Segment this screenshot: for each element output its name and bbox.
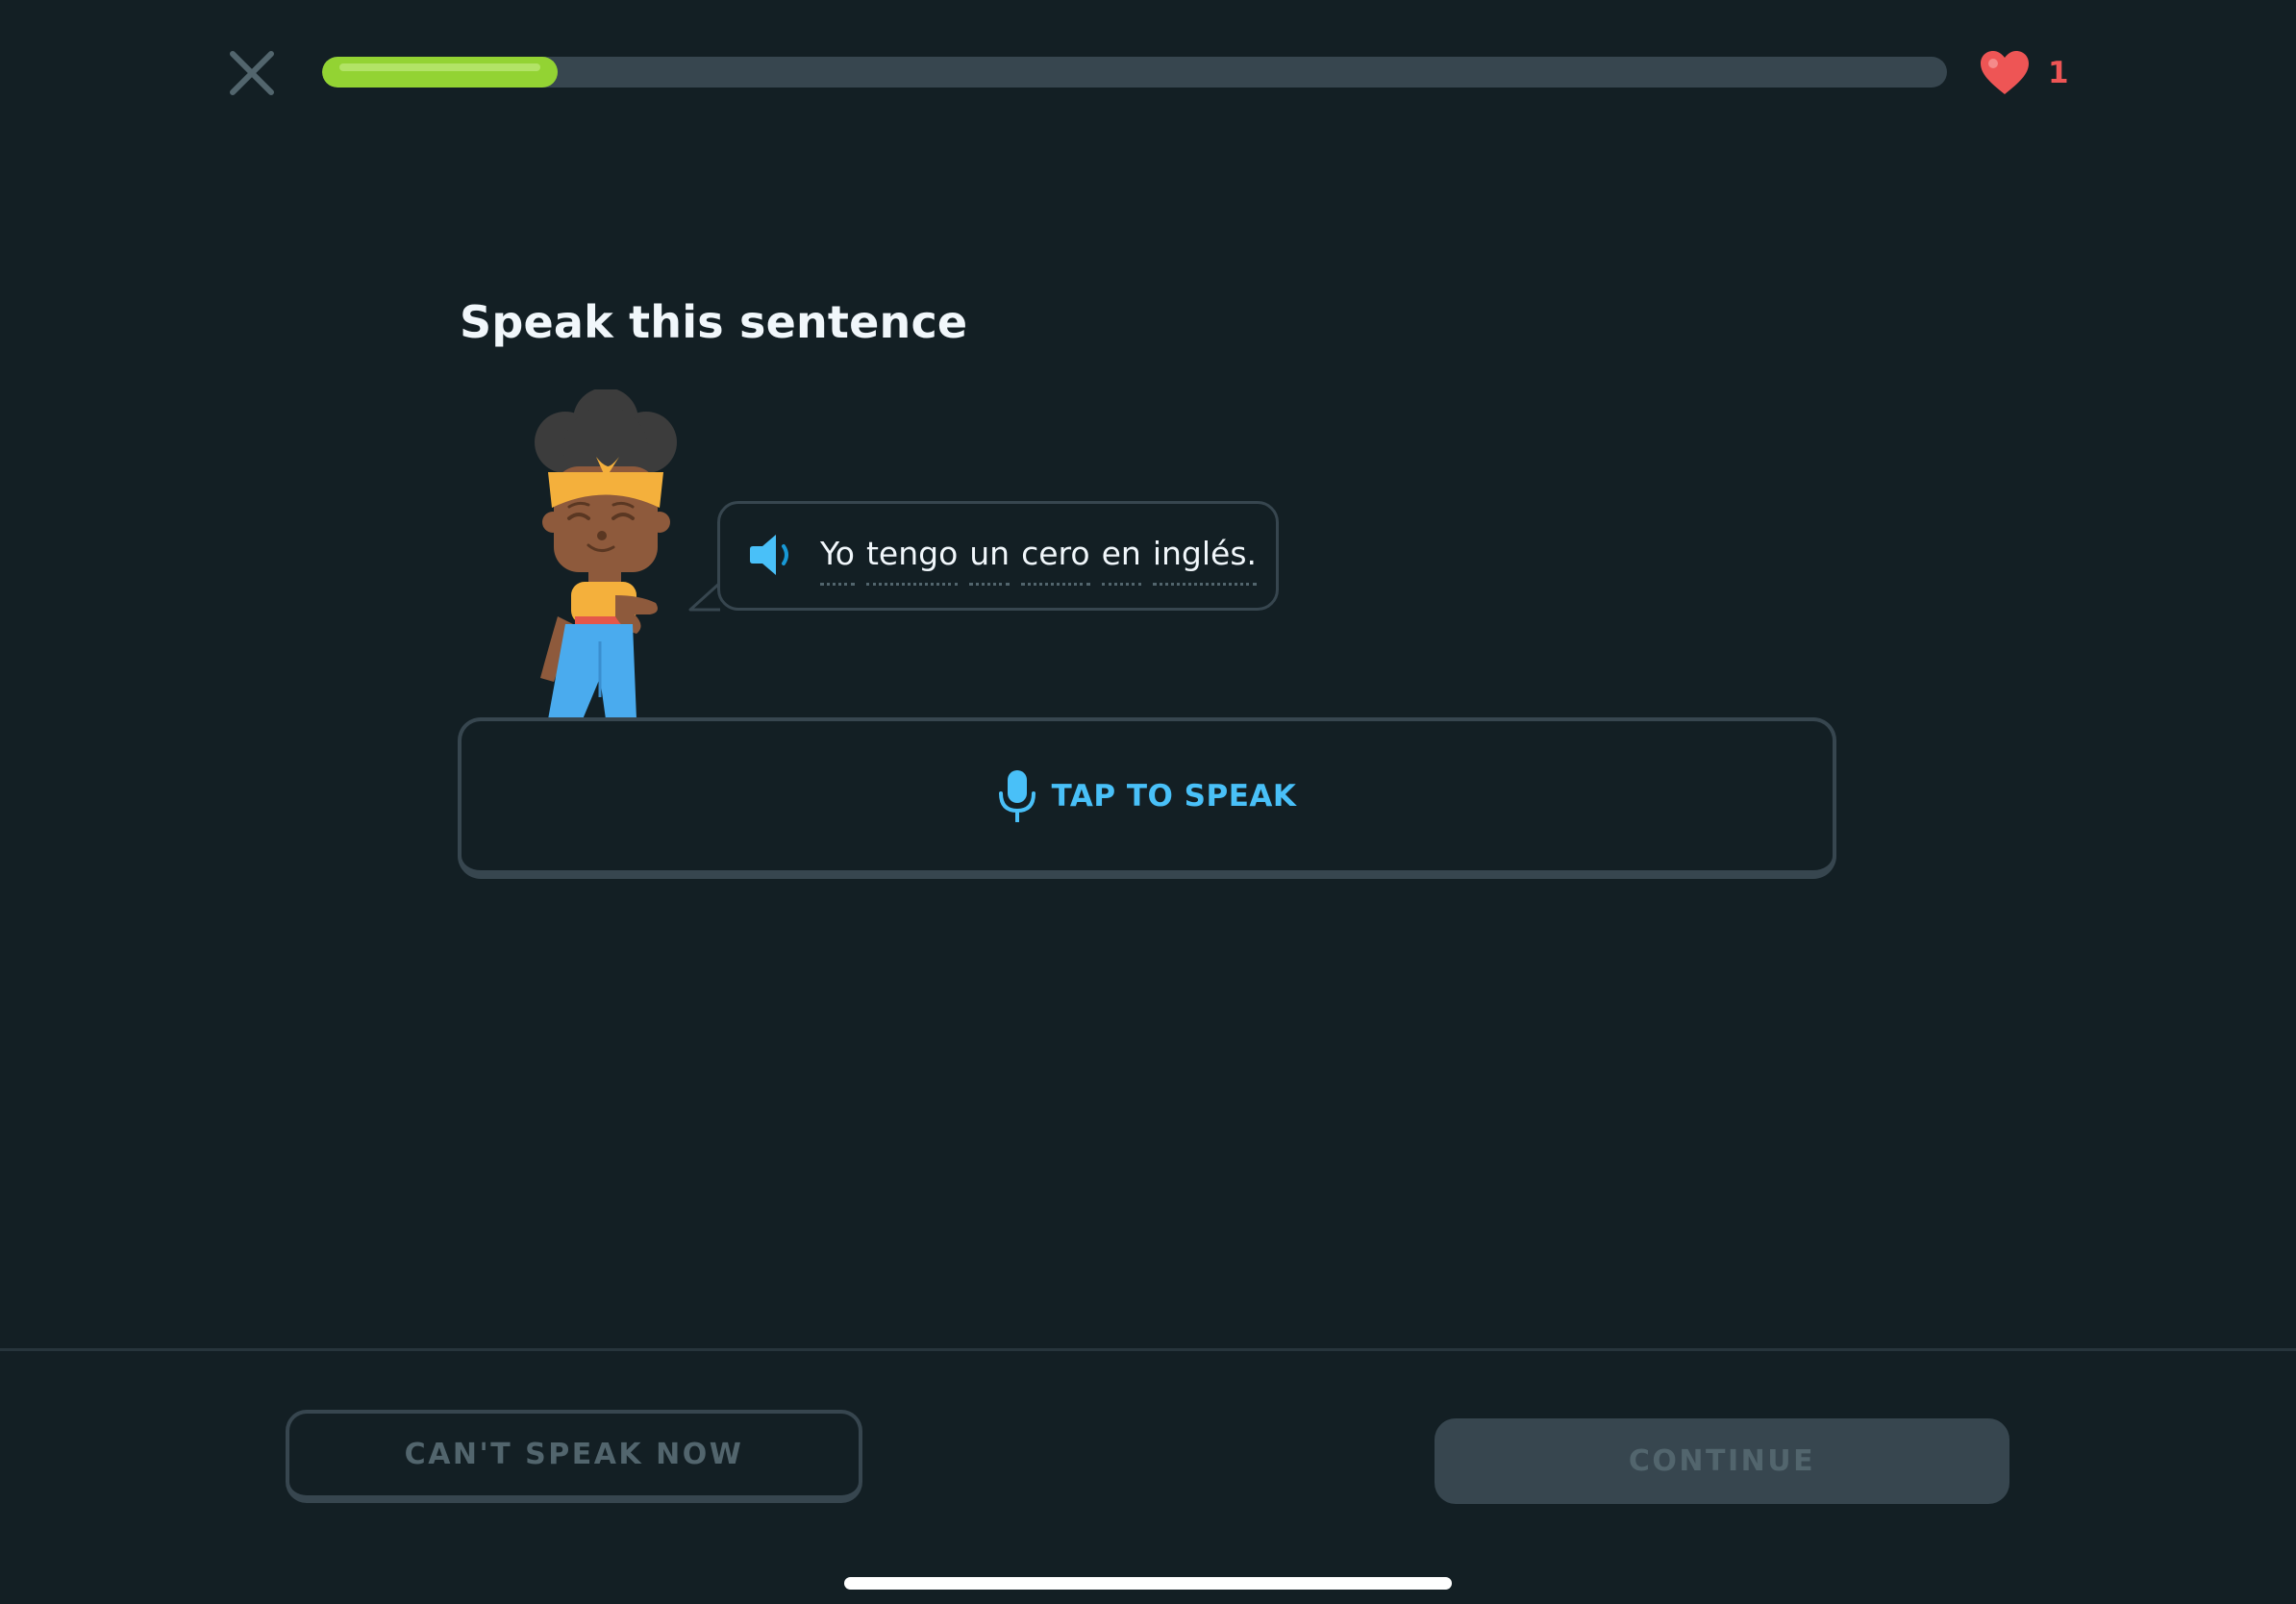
microphone-icon <box>998 769 1036 822</box>
close-icon <box>230 51 274 95</box>
tap-to-speak-label: TAP TO SPEAK <box>1051 778 1297 814</box>
character-illustration <box>535 389 677 719</box>
cant-speak-now-button[interactable]: CAN'T SPEAK NOW <box>286 1410 862 1503</box>
sentence-word[interactable]: cero <box>1021 533 1090 586</box>
lesson-progress-bar <box>322 57 1947 88</box>
close-button[interactable] <box>227 48 277 98</box>
lesson-progress-fill <box>322 57 558 88</box>
sentence-word[interactable]: inglés. <box>1152 533 1257 586</box>
footer-divider <box>0 1348 2296 1351</box>
continue-button[interactable]: CONTINUE <box>1435 1418 2009 1504</box>
sentence-word[interactable]: un <box>969 533 1011 586</box>
speaker-icon[interactable] <box>749 533 795 577</box>
tap-to-speak-button[interactable]: TAP TO SPEAK <box>458 717 1836 879</box>
continue-label: CONTINUE <box>1628 1444 1816 1478</box>
cant-speak-now-label: CAN'T SPEAK NOW <box>404 1438 744 1471</box>
sentence-word[interactable]: Yo <box>820 533 855 586</box>
sentence-word[interactable]: en <box>1101 533 1141 586</box>
prompt-sentence: Yo tengo un cero en inglés. <box>820 533 1257 586</box>
speech-bubble: Yo tengo un cero en inglés. <box>717 501 1279 611</box>
lesson-screen: 1 Speak this sentence Yo tengo un cero e… <box>0 0 2296 1604</box>
hearts-counter[interactable]: 1 <box>1979 48 2069 98</box>
progress-shine <box>339 63 540 71</box>
home-indicator[interactable] <box>844 1577 1452 1590</box>
challenge-title: Speak this sentence <box>460 296 968 348</box>
sentence-word[interactable]: tengo <box>865 533 959 586</box>
heart-icon <box>1981 51 2029 94</box>
hearts-count: 1 <box>2048 56 2069 90</box>
